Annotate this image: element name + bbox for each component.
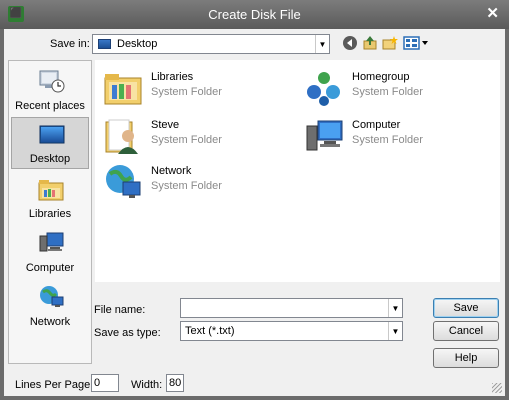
file-name: Homegroup	[352, 71, 410, 83]
file-type: System Folder	[352, 134, 423, 146]
chevron-down-icon[interactable]: ▼	[388, 322, 402, 340]
back-icon[interactable]	[342, 35, 358, 51]
resize-grip[interactable]	[492, 383, 502, 393]
create-disk-file-dialog: ⬛ Create Disk File ✕ Save in: Desktop ▼	[0, 0, 509, 400]
file-name-label: File name:	[94, 304, 146, 316]
place-recent-places[interactable]: Recent places	[11, 63, 89, 115]
place-network[interactable]: Network	[11, 279, 89, 331]
window-title: Create Disk File	[208, 7, 301, 22]
file-item-computer[interactable]: Computer System Folder	[300, 114, 490, 158]
width-input[interactable]: 80	[166, 374, 184, 392]
save-in-dropdown[interactable]: Desktop ▼	[92, 34, 330, 54]
file-list: Libraries System Folder Homegroup System…	[95, 60, 500, 282]
recent-places-icon	[39, 70, 65, 93]
computer-icon	[39, 232, 64, 252]
place-label: Desktop	[29, 153, 71, 165]
file-name: Network	[151, 165, 192, 177]
file-item-steve[interactable]: Steve System Folder	[99, 114, 289, 158]
libraries-icon	[38, 180, 64, 201]
place-computer[interactable]: Computer	[11, 225, 89, 277]
place-desktop[interactable]: Desktop	[11, 117, 89, 169]
place-libraries[interactable]: Libraries	[11, 171, 89, 223]
libraries-folder-icon	[104, 74, 142, 105]
file-item-network[interactable]: Network System Folder	[99, 160, 289, 204]
cancel-button[interactable]: Cancel	[433, 321, 499, 341]
file-name: Libraries	[151, 71, 194, 83]
lines-per-page-input[interactable]: 0	[91, 374, 119, 392]
save-as-type-value: Text (*.txt)	[185, 325, 235, 337]
file-name-input[interactable]: ▼	[180, 298, 403, 318]
file-type: System Folder	[151, 180, 222, 192]
place-label: Network	[29, 316, 71, 328]
places-bar: Recent places Desktop Libraries Computer…	[8, 60, 92, 364]
desktop-icon	[39, 125, 65, 144]
new-folder-icon[interactable]	[382, 35, 398, 51]
lines-per-page-label: Lines Per Page:	[15, 379, 94, 391]
save-as-type-dropdown[interactable]: Text (*.txt) ▼	[180, 321, 403, 341]
view-menu-icon[interactable]	[403, 35, 429, 51]
file-type: System Folder	[352, 86, 423, 98]
homegroup-icon	[307, 72, 340, 106]
width-label: Width:	[131, 379, 163, 391]
desktop-small-icon	[98, 39, 111, 49]
place-label: Libraries	[28, 208, 72, 220]
file-type: System Folder	[151, 86, 222, 98]
save-in-label: Save in:	[50, 38, 90, 50]
file-name: Steve	[151, 119, 180, 131]
save-in-value: Desktop	[117, 38, 158, 50]
title-bar: ⬛ Create Disk File ✕	[0, 0, 509, 29]
computer-icon	[306, 120, 343, 151]
place-label: Computer	[25, 262, 75, 274]
chevron-down-icon[interactable]: ▼	[388, 299, 402, 317]
file-type: System Folder	[151, 134, 222, 146]
network-icon	[40, 286, 64, 307]
close-icon[interactable]: ✕	[486, 4, 499, 22]
dialog-body: Save in: Desktop ▼ Recent places Desktop…	[4, 29, 505, 396]
help-button[interactable]: Help	[433, 348, 499, 368]
place-label: Recent places	[15, 100, 85, 112]
up-folder-icon[interactable]	[362, 35, 378, 51]
file-item-homegroup[interactable]: Homegroup System Folder	[300, 66, 490, 110]
file-name: Computer	[352, 119, 401, 131]
save-as-type-label: Save as type:	[94, 327, 161, 339]
network-icon	[106, 165, 141, 198]
save-button[interactable]: Save	[433, 298, 499, 318]
file-item-libraries[interactable]: Libraries System Folder	[99, 66, 289, 110]
chevron-down-icon[interactable]: ▼	[315, 35, 329, 53]
user-folder-icon	[105, 119, 138, 154]
